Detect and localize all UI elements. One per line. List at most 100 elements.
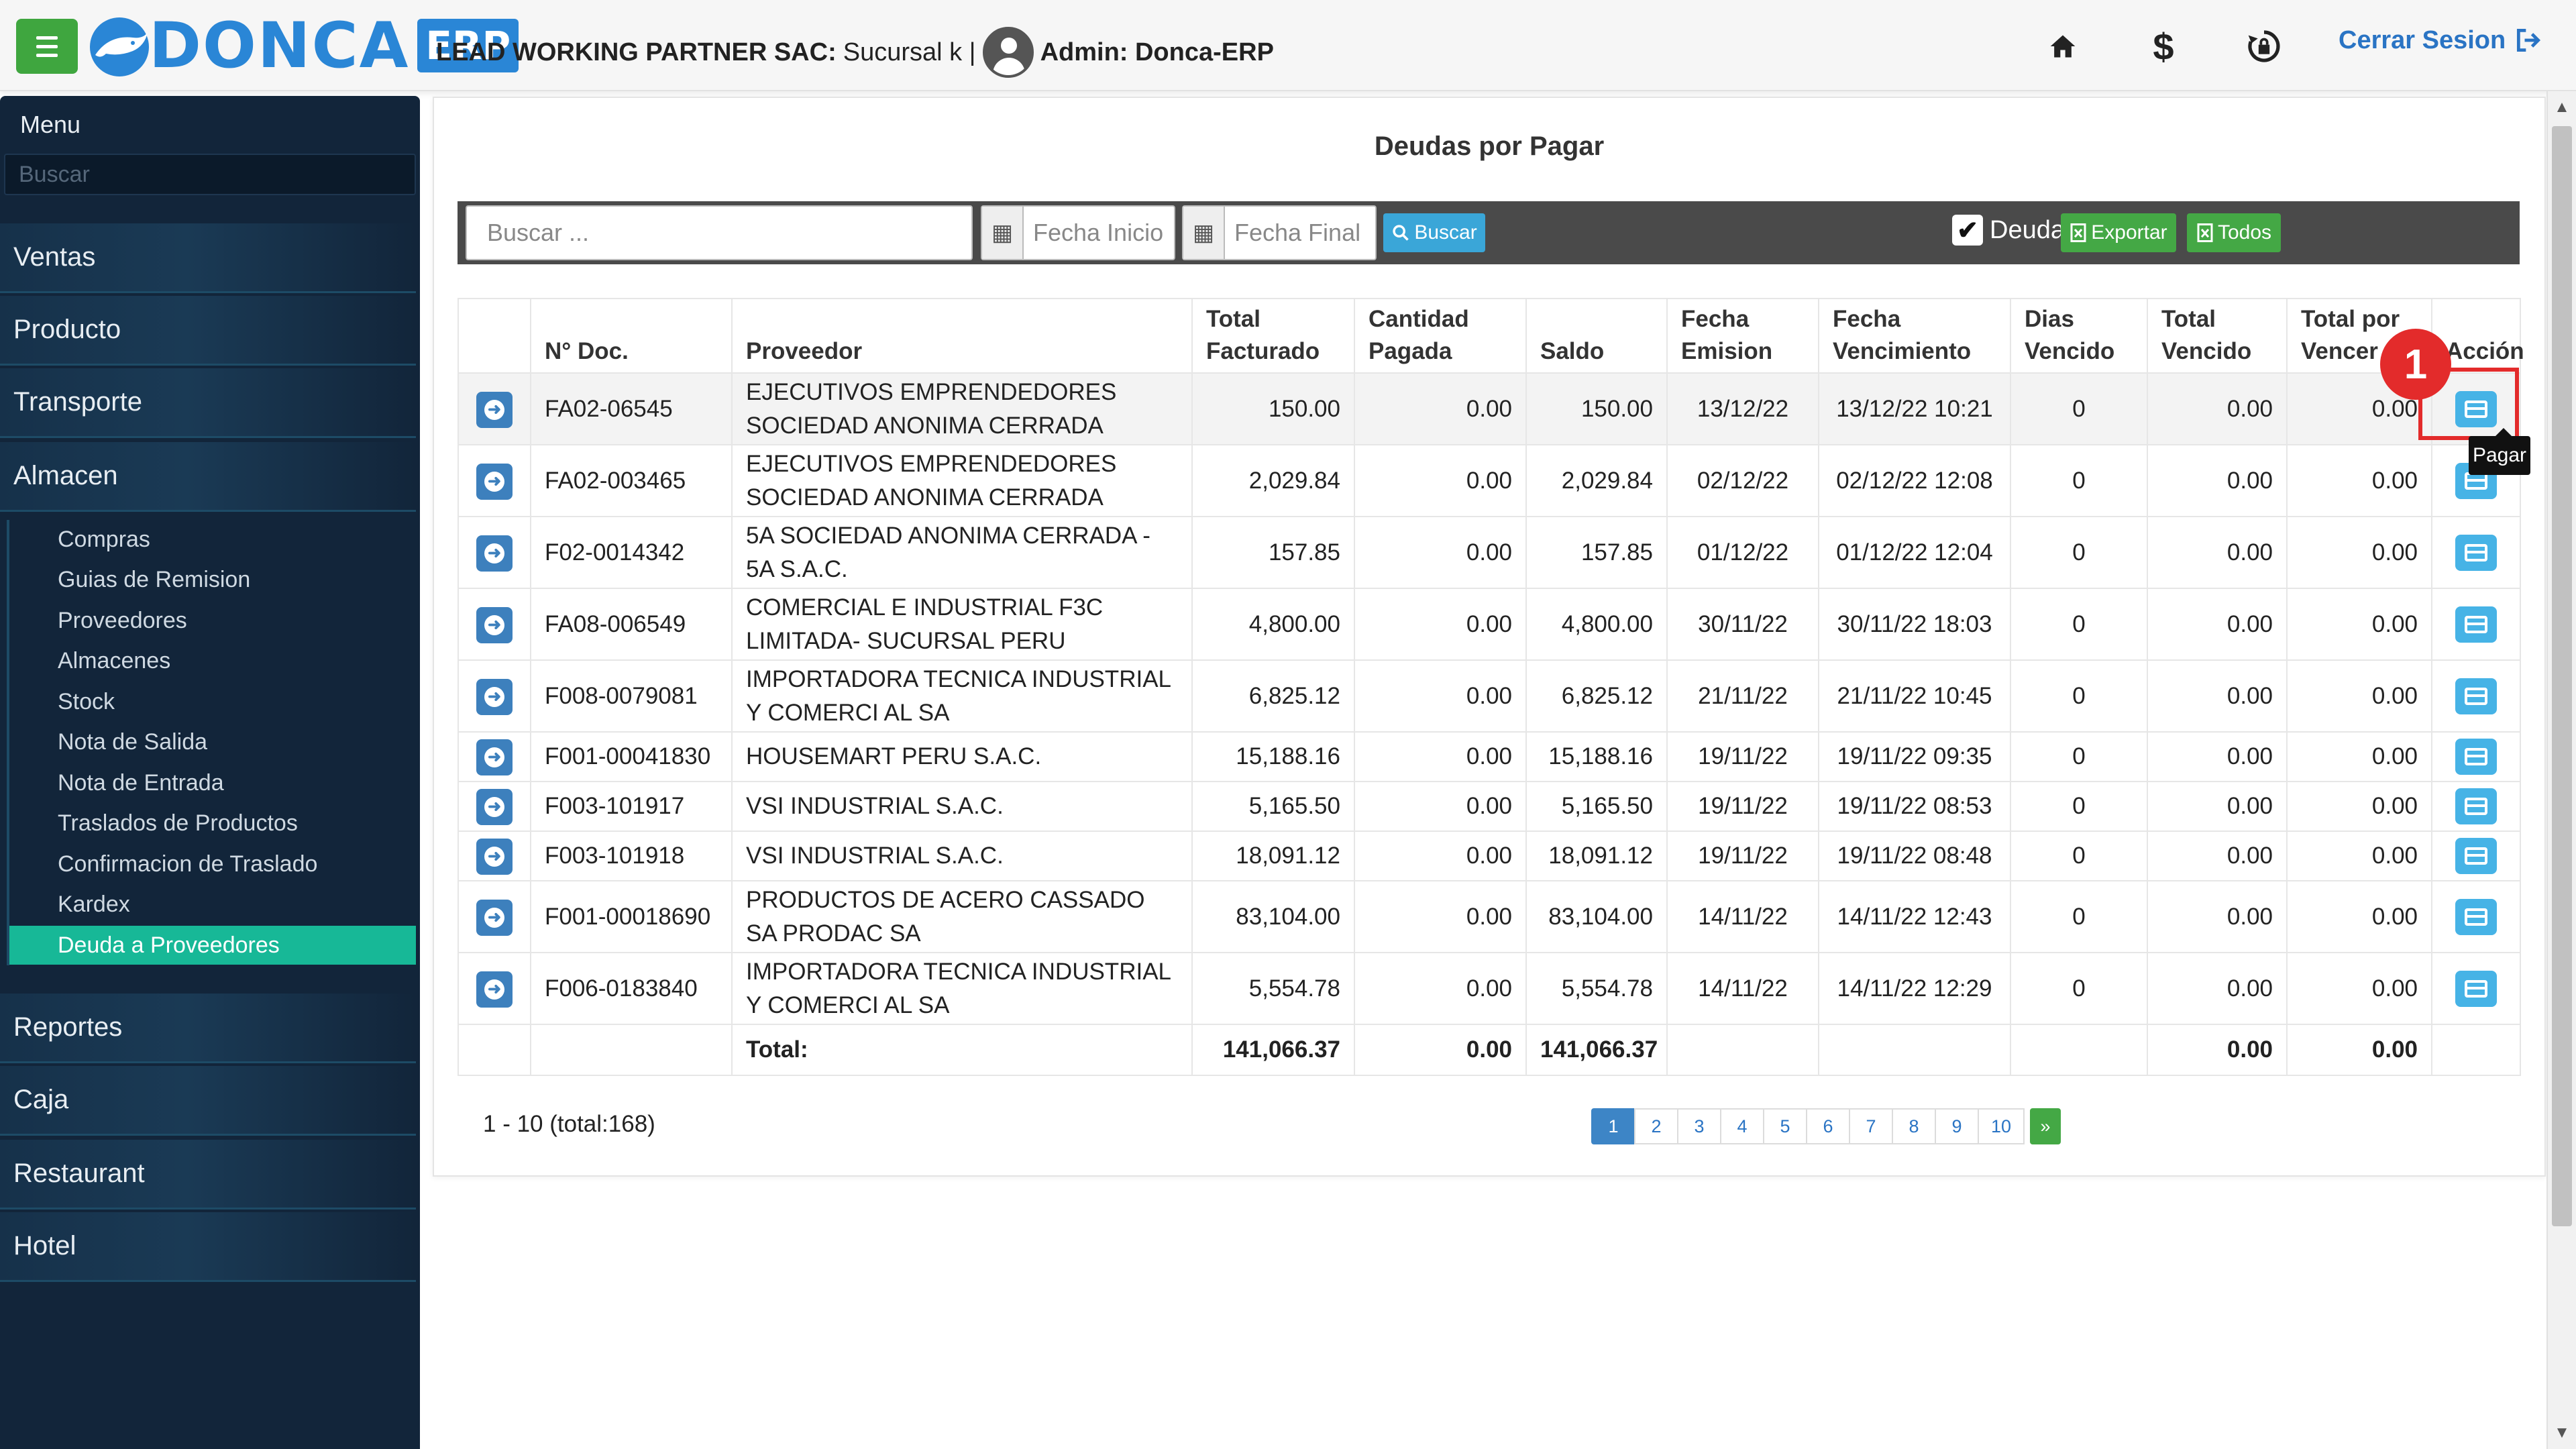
page-link-8[interactable]: 8 (1892, 1108, 1936, 1144)
arrow-right-icon[interactable]: ➜ (476, 789, 513, 826)
column-header-total-facturado[interactable]: Total Facturado (1191, 297, 1355, 374)
sidebar-item-almacen[interactable]: Almacen (0, 442, 416, 512)
page-link-9[interactable]: 9 (1935, 1108, 1979, 1144)
pay-button[interactable] (2455, 838, 2497, 875)
cell-cantidad-pagada: 0.00 (1354, 952, 1527, 1026)
next-page-button[interactable]: » (2030, 1108, 2061, 1144)
menu-toggle-button[interactable] (16, 19, 78, 74)
home-icon[interactable] (2039, 23, 2086, 70)
table-row: ➜ F006-0183840 IMPORTADORA TECNICA INDUS… (458, 952, 2521, 1026)
page-scrollbar[interactable]: ▲ ▼ (2546, 91, 2576, 1449)
credit-card-icon (2465, 908, 2487, 926)
table-row: ➜ F02-0014342 5A SOCIEDAD ANONIMA CERRAD… (458, 516, 2521, 590)
scroll-up-arrow-icon[interactable]: ▲ (2548, 94, 2576, 121)
cell-cantidad-pagada: 0.00 (1354, 731, 1527, 783)
page-link-6[interactable]: 6 (1806, 1108, 1850, 1144)
row-detail-cell: ➜ (458, 516, 531, 590)
column-header-cantidad-pagada[interactable]: Cantidad Pagada (1354, 297, 1527, 374)
submenu-item-nota-entrada[interactable]: Nota de Entrada (9, 763, 416, 802)
all-button[interactable]: Todos (2187, 213, 2281, 252)
submenu-item-deuda-proveedores[interactable]: Deuda a Proveedores (9, 926, 416, 965)
export-button[interactable]: Exportar (2061, 213, 2176, 252)
date-start-field[interactable]: ▦ Fecha Inicio (981, 205, 1175, 260)
page-title: Deudas por Pagar (1374, 131, 1605, 161)
column-header-dias-vencido[interactable]: Dias Vencido (2010, 297, 2148, 374)
logo-text: DONCA (149, 9, 410, 83)
sidebar-search-input[interactable]: Buscar (4, 154, 416, 195)
page-link-4[interactable]: 4 (1720, 1108, 1764, 1144)
pay-button[interactable] (2455, 970, 2497, 1007)
cell-cantidad-pagada: 0.00 (1354, 372, 1527, 446)
pay-button[interactable] (2455, 898, 2497, 935)
page-link-7[interactable]: 7 (1849, 1108, 1893, 1144)
pay-button[interactable] (2455, 534, 2497, 571)
page-link-3[interactable]: 3 (1677, 1108, 1721, 1144)
arrow-right-icon[interactable]: ➜ (476, 463, 513, 500)
search-input[interactable]: Buscar ... (466, 205, 973, 260)
pay-button[interactable] (2455, 788, 2497, 825)
pay-button[interactable] (2455, 606, 2497, 643)
cell-total-por-vencer: 0.00 (2286, 516, 2432, 590)
page-link-2[interactable]: 2 (1634, 1108, 1678, 1144)
step-marker: 1 (2380, 329, 2451, 400)
scroll-down-arrow-icon[interactable]: ▼ (2548, 1419, 2576, 1446)
submenu-item-stock[interactable]: Stock (9, 682, 416, 721)
column-header-total-vencido[interactable]: Total Vencido (2147, 297, 2288, 374)
submenu-item-guias-remision[interactable]: Guias de Remision (9, 560, 416, 599)
excel-icon (2070, 223, 2086, 242)
column-header-proveedor[interactable]: Proveedor (731, 297, 1193, 374)
submenu-item-proveedores[interactable]: Proveedores (9, 601, 416, 640)
arrow-right-icon[interactable]: ➜ (476, 899, 513, 936)
table-row: ➜ FA08-006549 COMERCIAL E INDUSTRIAL F3C… (458, 588, 2521, 661)
sidebar-item-hotel[interactable]: Hotel (0, 1212, 416, 1282)
page-link-1[interactable]: 1 (1591, 1108, 1635, 1144)
table-row: ➜ FA02-003465 EJECUTIVOS EMPRENDEDORES S… (458, 444, 2521, 518)
arrow-right-icon[interactable]: ➜ (476, 535, 513, 572)
credit-card-icon (2465, 979, 2487, 998)
arrow-right-icon[interactable]: ➜ (476, 739, 513, 776)
submenu-item-confirmacion-traslado[interactable]: Confirmacion de Traslado (9, 845, 416, 883)
arrow-right-icon[interactable]: ➜ (476, 678, 513, 715)
search-button[interactable]: Buscar (1383, 213, 1485, 252)
page-link-10[interactable]: 10 (1978, 1108, 2025, 1144)
pay-button[interactable] (2455, 678, 2497, 714)
logout-button[interactable]: Cerrar Sesion (2339, 25, 2543, 55)
debt-checkbox[interactable]: ✔ Deuda (1952, 215, 2065, 246)
column-header-doc[interactable]: N° Doc. (530, 297, 733, 374)
dolphin-logo-icon (90, 17, 149, 76)
company-info: LEAD WORKING PARTNER SAC: Sucursal k | A… (436, 27, 1274, 78)
cell-dias-vencido: 0 (2010, 952, 2148, 1026)
sidebar-item-transporte[interactable]: Transporte (0, 368, 416, 438)
arrow-right-icon[interactable]: ➜ (476, 391, 513, 428)
arrow-right-icon[interactable]: ➜ (476, 606, 513, 643)
column-header-fecha-emision[interactable]: Fecha Emision (1666, 297, 1819, 374)
date-end-field[interactable]: ▦ Fecha Final (1182, 205, 1377, 260)
submenu-item-traslados[interactable]: Traslados de Productos (9, 804, 416, 843)
submenu-item-almacenes[interactable]: Almacenes (9, 641, 416, 680)
credit-card-icon (2465, 615, 2487, 633)
page-link-5[interactable]: 5 (1763, 1108, 1807, 1144)
pay-button[interactable] (2455, 739, 2497, 775)
submenu-item-compras[interactable]: Compras (9, 520, 416, 559)
submenu-item-kardex[interactable]: Kardex (9, 885, 416, 924)
lock-refresh-icon[interactable] (2241, 23, 2288, 70)
row-action-cell (2431, 781, 2521, 833)
sidebar-item-reportes[interactable]: Reportes (0, 994, 416, 1063)
dollar-icon[interactable]: $ (2140, 23, 2187, 70)
sidebar-item-restaurant[interactable]: Restaurant (0, 1140, 416, 1210)
column-header-saldo[interactable]: Saldo (1525, 297, 1668, 374)
submenu-item-nota-salida[interactable]: Nota de Salida (9, 722, 416, 761)
cell-saldo: 5,165.50 (1525, 781, 1668, 833)
scrollbar-thumb[interactable] (2552, 126, 2572, 1226)
row-detail-cell: ➜ (458, 952, 531, 1026)
cell-doc: F006-0183840 (530, 952, 733, 1026)
cell-fecha-vencimiento: 01/12/22 12:04 (1818, 516, 2011, 590)
sidebar-item-producto[interactable]: Producto (0, 296, 416, 366)
column-header-fecha-vencimiento[interactable]: Fecha Vencimiento (1818, 297, 2011, 374)
sidebar-item-caja[interactable]: Caja (0, 1066, 416, 1136)
cell-cantidad-pagada: 0.00 (1354, 830, 1527, 882)
arrow-right-icon[interactable]: ➜ (476, 839, 513, 875)
arrow-right-icon[interactable]: ➜ (476, 971, 513, 1008)
cell-fecha-vencimiento: 19/11/22 08:48 (1818, 830, 2011, 882)
sidebar-item-ventas[interactable]: Ventas (0, 223, 416, 293)
